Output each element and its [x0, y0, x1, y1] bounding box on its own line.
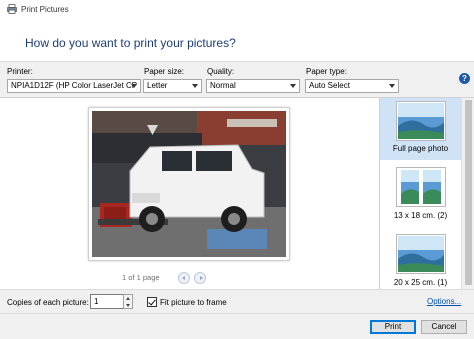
chevron-right-icon: [199, 276, 203, 280]
chevron-up-icon[interactable]: [126, 297, 130, 300]
page-title: How do you want to print your pictures?: [25, 36, 236, 50]
page-count: 1 of 1 page: [122, 273, 160, 282]
chevron-down-icon: [192, 84, 198, 88]
dialog-footer: Print Cancel: [0, 313, 474, 339]
landscape-thumbnail-icon: [398, 103, 444, 139]
printer-icon: [7, 4, 17, 14]
paper-size-label: Paper size:: [144, 67, 185, 76]
paper-size-select[interactable]: Letter: [143, 79, 202, 93]
print-button[interactable]: Print: [370, 320, 416, 334]
fit-to-frame-checkbox[interactable]: [147, 297, 157, 307]
checkmark-icon: [148, 297, 156, 306]
header-banner: How do you want to print your pictures?: [0, 20, 474, 62]
print-options-bar: Printer: NPIA1D12F (HP Color LaserJet CP…: [0, 62, 474, 98]
layout-thumbnail: [396, 234, 446, 274]
layout-scrollbar[interactable]: [461, 98, 474, 289]
options-link[interactable]: Options...: [427, 297, 461, 306]
layout-label: Full page photo: [392, 144, 449, 153]
paper-type-select[interactable]: Auto Select: [305, 79, 399, 93]
window-title: Print Pictures: [21, 5, 69, 14]
two-portrait-thumbnail-icon: [401, 170, 441, 204]
layout-thumbnail: [396, 167, 446, 207]
chevron-down-icon[interactable]: [126, 304, 130, 307]
chevron-down-icon: [131, 84, 137, 88]
cancel-button[interactable]: Cancel: [421, 320, 467, 334]
layout-20x25[interactable]: 20 x 25 cm. (1): [380, 229, 461, 289]
layout-thumbnail: [396, 101, 446, 141]
layout-list: Full page photo 13 x 18 cm. (2) 20 x 25: [379, 98, 461, 289]
landscape-thumbnail-icon: [398, 236, 444, 272]
copies-label: Copies of each picture:: [7, 298, 89, 307]
fit-to-frame-label[interactable]: Fit picture to frame: [160, 298, 227, 307]
quality-label: Quality:: [207, 67, 235, 76]
printer-value: NPIA1D12F (HP Color LaserJet CP: [11, 81, 138, 90]
preview-page: [88, 107, 290, 261]
quality-value: Normal: [210, 81, 236, 90]
copies-stepper[interactable]: [123, 294, 133, 309]
white-suv-with-trailer-photo: [92, 111, 286, 257]
print-preview-area: 1 of 1 page: [0, 98, 379, 289]
printer-label: Printer:: [7, 67, 33, 76]
previous-page-button[interactable]: [178, 272, 190, 284]
layout-13x18[interactable]: 13 x 18 cm. (2): [380, 164, 461, 224]
scrollbar-thumb[interactable]: [465, 100, 472, 285]
copies-input[interactable]: 1: [90, 294, 124, 309]
layout-label: 20 x 25 cm. (1): [393, 278, 448, 287]
quality-select[interactable]: Normal: [206, 79, 300, 93]
layout-label: 13 x 18 cm. (2): [393, 211, 448, 220]
chevron-left-icon: [182, 276, 185, 280]
print-settings-row: Copies of each picture: 1 Fit picture to…: [0, 289, 474, 313]
paper-type-label: Paper type:: [306, 67, 347, 76]
printer-select[interactable]: NPIA1D12F (HP Color LaserJet CP: [7, 79, 141, 93]
chevron-down-icon: [389, 84, 395, 88]
layout-full-page-photo[interactable]: Full page photo: [380, 98, 461, 160]
next-page-button[interactable]: [194, 272, 206, 284]
help-icon[interactable]: ?: [459, 73, 470, 84]
title-bar: Print Pictures: [0, 0, 474, 20]
paper-type-value: Auto Select: [309, 81, 350, 90]
chevron-down-icon: [290, 84, 296, 88]
